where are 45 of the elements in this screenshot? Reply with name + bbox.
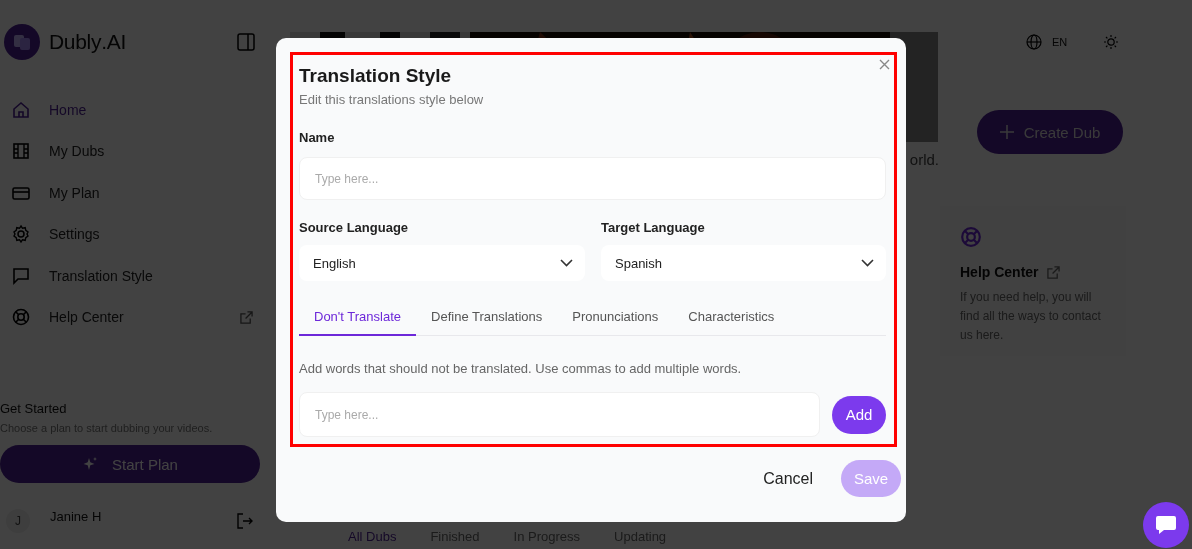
field-label: Name: [299, 130, 336, 145]
card-title: Help Center: [960, 264, 1039, 280]
home-icon: [11, 99, 31, 120]
tab[interactable]: Define Translations: [416, 301, 558, 336]
section-title: Get Started: [0, 401, 68, 416]
sidebar-item[interactable]: Home: [0, 89, 275, 131]
sidebar-item[interactable]: Settings: [0, 213, 275, 255]
field-label: Target Language: [601, 220, 706, 235]
add-button[interactable]: Add: [832, 395, 886, 434]
sidebar-item[interactable]: Help Center: [0, 296, 275, 338]
logo-icon: [4, 24, 40, 60]
chevron-icon: [560, 259, 573, 267]
film-icon: [11, 141, 31, 162]
dialog-title: Translation Style: [299, 65, 453, 87]
chat-bubble-icon: [1155, 515, 1177, 535]
instruction-text: Add words that should not be translated. Use commas to add multiple words.: [299, 361, 743, 376]
close-icon[interactable]: [879, 59, 890, 70]
logout-icon[interactable]: [237, 513, 253, 529]
user-name: Janine H: [50, 508, 103, 524]
lifebuoy-icon: [11, 307, 31, 328]
tab[interactable]: Characteristics: [673, 301, 790, 336]
brand-name: Dubly.AI: [49, 30, 127, 54]
plus-icon: [999, 125, 1014, 139]
tab[interactable]: Don't Translate: [299, 301, 417, 336]
external-link-icon: [1046, 265, 1060, 279]
lifebuoy-icon: [960, 226, 982, 248]
input-field[interactable]: Type here...: [299, 157, 886, 200]
tab[interactable]: Pronunciations: [557, 301, 674, 336]
sidebar-item[interactable]: My Dubs: [0, 130, 275, 172]
dialog-subtitle: Edit this translations style below: [299, 92, 485, 107]
cancel-button[interactable]: Cancel: [757, 468, 819, 489]
sidebar-item[interactable]: My Plan: [0, 172, 275, 214]
language-label[interactable]: EN: [1052, 36, 1068, 48]
input-field[interactable]: Type here...: [299, 392, 821, 437]
chevron-icon: [861, 259, 874, 267]
sidebar-item[interactable]: Translation Style: [0, 255, 275, 297]
source-language-select[interactable]: English: [299, 245, 585, 281]
settings-icon: [11, 224, 31, 245]
target-language-select[interactable]: Spanish: [601, 245, 886, 281]
field-label: Source Language: [299, 220, 410, 235]
sidebar-toggle-icon[interactable]: [237, 33, 255, 51]
sun-icon[interactable]: [1103, 34, 1120, 50]
filter-tab[interactable]: All Dubs: [348, 529, 397, 549]
speech-bubble-icon: [11, 265, 31, 286]
globe-icon[interactable]: [1026, 34, 1042, 50]
